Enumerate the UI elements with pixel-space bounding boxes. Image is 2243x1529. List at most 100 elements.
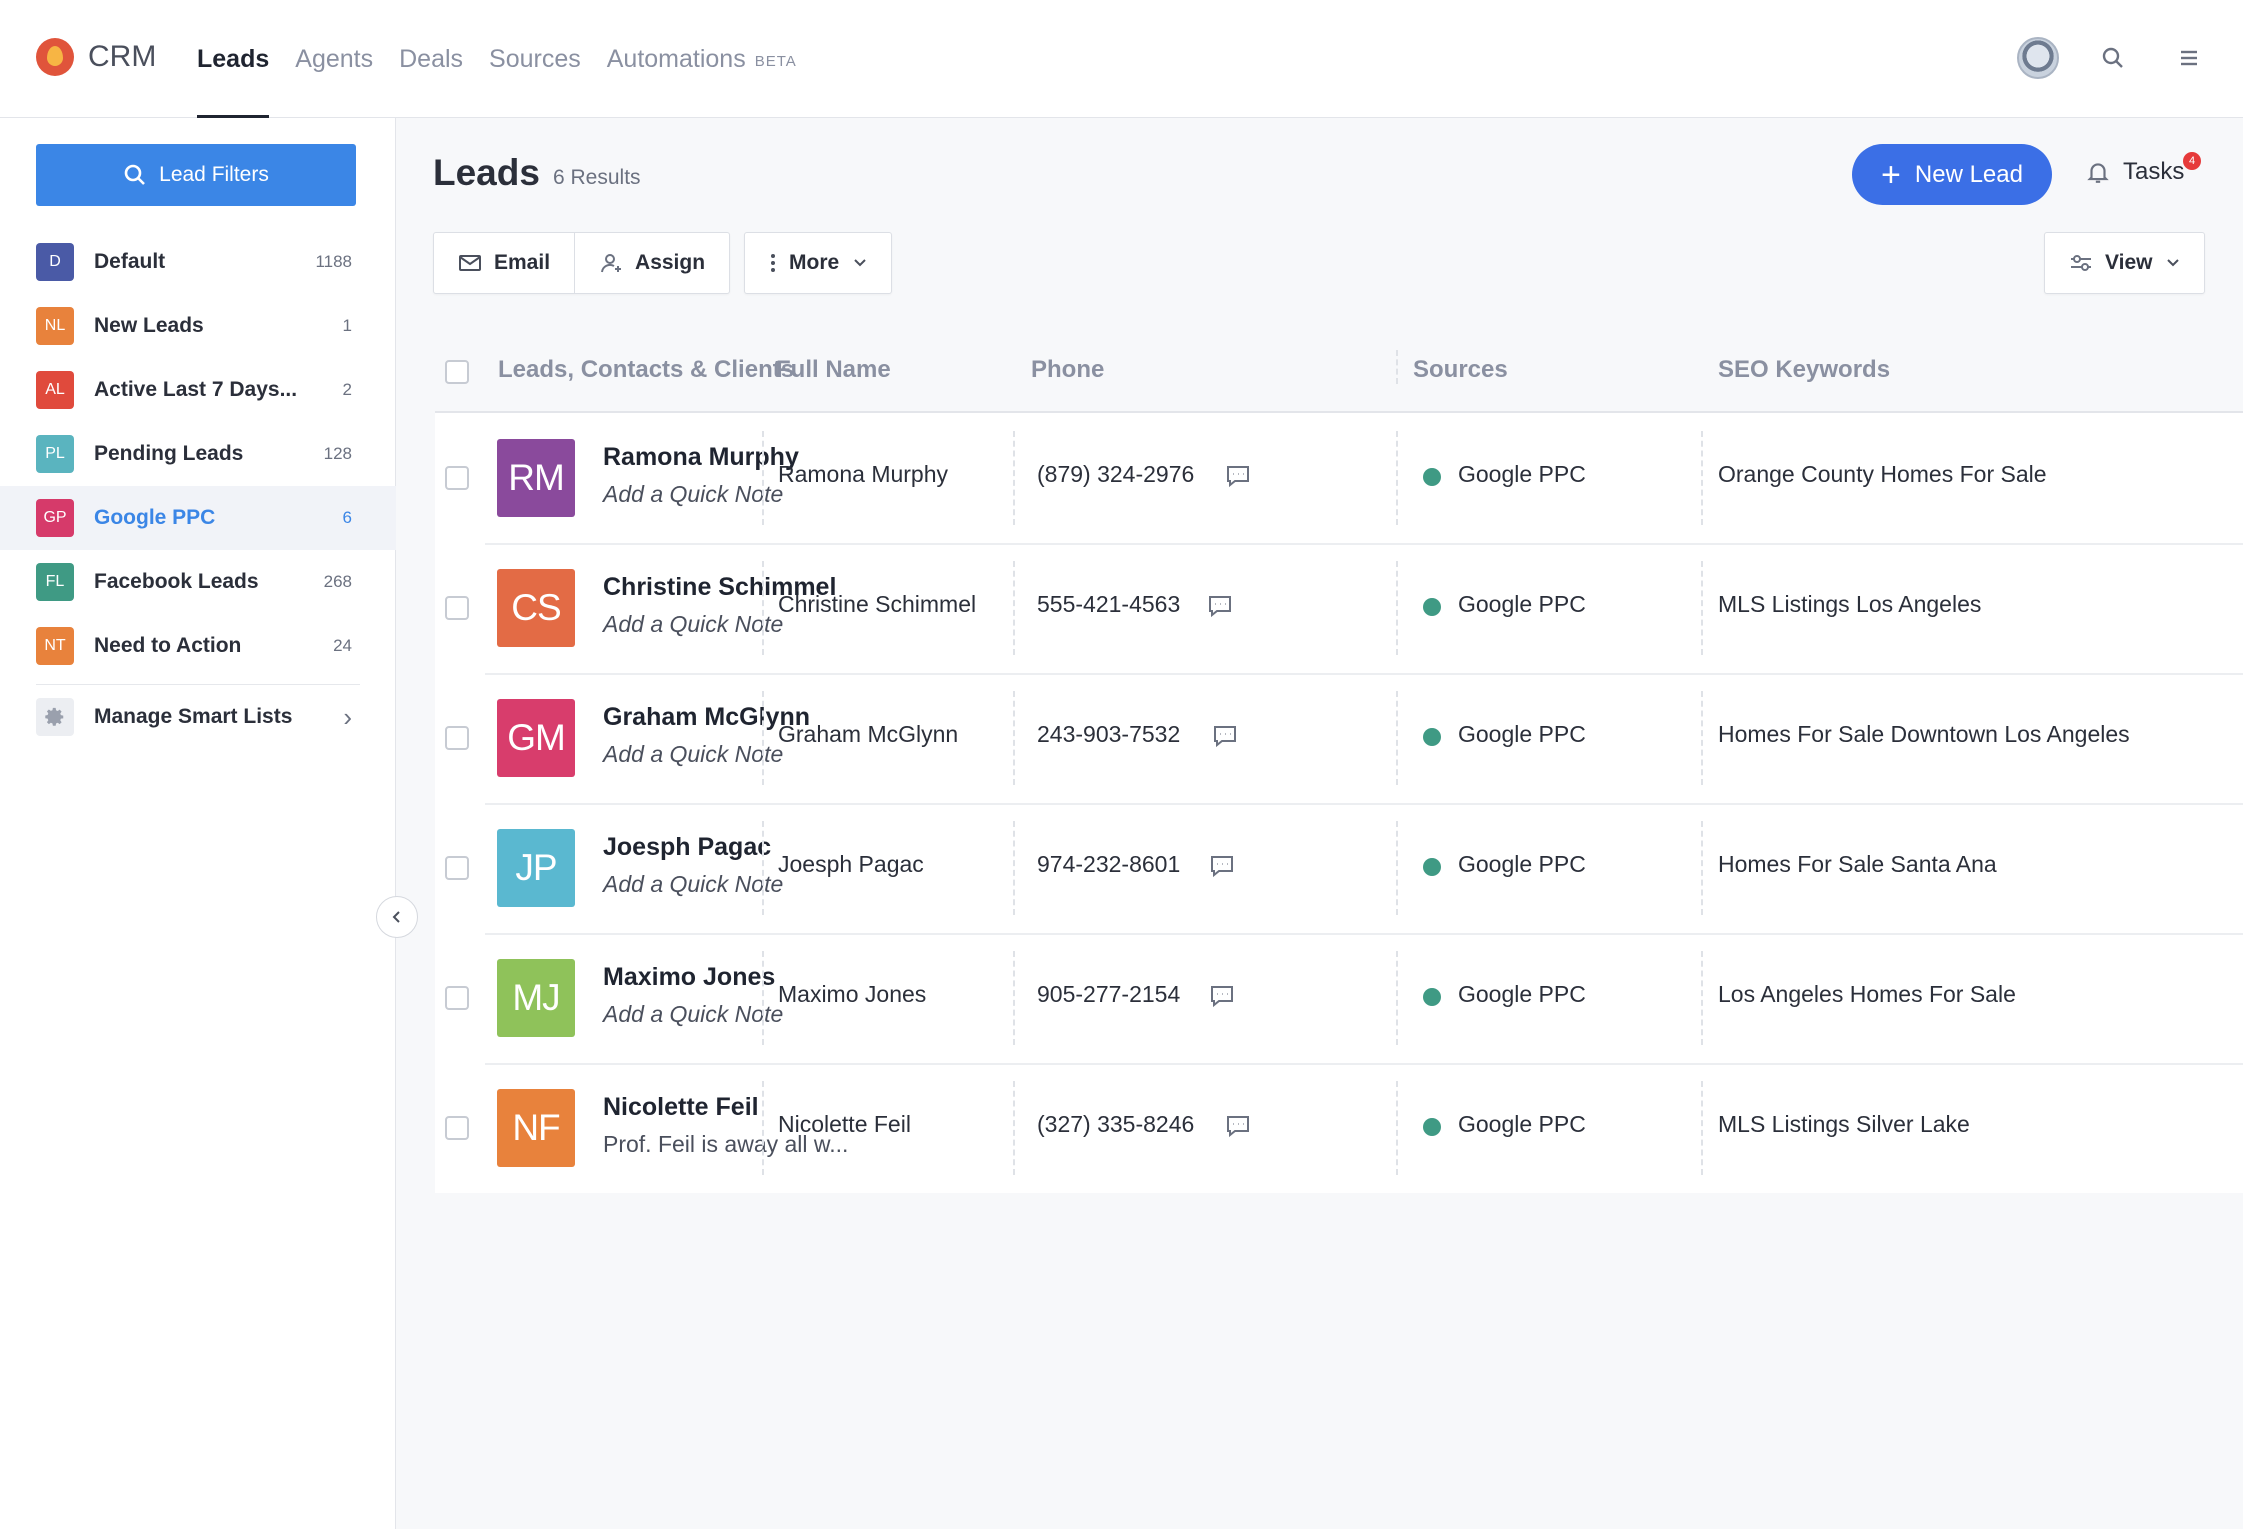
- column-header-full-name[interactable]: Full Name: [776, 356, 891, 384]
- nav-tab-label: Deals: [399, 44, 464, 73]
- search-button[interactable]: [2091, 36, 2135, 80]
- message-icon[interactable]: [1209, 984, 1235, 1008]
- sidebar-item-default[interactable]: D Default 1188: [0, 230, 396, 294]
- sliders-icon: [2071, 255, 2091, 271]
- source-cell: Google PPC: [1458, 721, 1586, 747]
- main-content: Leads 6 Results + New Lead Tasks 4 Email…: [397, 118, 2243, 1529]
- table-row[interactable]: MJ Maximo Jones Add a Quick Note Maximo …: [435, 933, 2243, 1063]
- quick-note[interactable]: Add a Quick Note: [603, 1001, 783, 1028]
- message-icon[interactable]: [1225, 464, 1251, 488]
- row-checkbox[interactable]: [445, 726, 469, 750]
- lead-filters-button[interactable]: Lead Filters: [36, 144, 356, 206]
- sidebar-item-new-leads[interactable]: NL New Leads 1: [0, 294, 396, 358]
- list-badge: AL: [36, 371, 74, 409]
- lead-name[interactable]: Nicolette Feil: [603, 1093, 759, 1122]
- quick-note[interactable]: Add a Quick Note: [603, 741, 783, 768]
- list-badge: FL: [36, 563, 74, 601]
- quick-note[interactable]: Add a Quick Note: [603, 871, 783, 898]
- view-button[interactable]: View: [2045, 233, 2204, 293]
- column-divider: [1396, 951, 1398, 1045]
- sidebar-item-facebook-leads[interactable]: FL Facebook Leads 268: [0, 550, 396, 614]
- manage-smart-lists-label: Manage Smart Lists: [94, 705, 293, 728]
- column-divider: [1396, 561, 1398, 655]
- nav-tab-deals[interactable]: Deals: [399, 0, 463, 118]
- tasks-label: Tasks: [2123, 158, 2185, 185]
- column-header-sources[interactable]: Sources: [1413, 356, 1508, 384]
- view-dropdown[interactable]: View: [2044, 232, 2206, 294]
- phone-cell[interactable]: 905-277-2154: [1037, 981, 1180, 1008]
- list-count: 1188: [315, 252, 352, 271]
- gear-icon: [36, 698, 74, 736]
- seo-keyword-cell: MLS Listings Los Angeles: [1718, 591, 1982, 617]
- leads-table: Leads, Contacts & Clients Full Name Phon…: [435, 330, 2243, 1193]
- column-divider: [1701, 431, 1703, 525]
- email-label: Email: [494, 251, 551, 274]
- column-header-phone[interactable]: Phone: [1031, 356, 1104, 384]
- table-row[interactable]: NF Nicolette Feil Prof. Feil is away all…: [435, 1063, 2243, 1193]
- message-icon[interactable]: [1225, 1114, 1251, 1138]
- lead-avatar: RM: [497, 439, 575, 517]
- lead-filters-label: Lead Filters: [159, 163, 269, 186]
- sidebar-item-pending-leads[interactable]: PL Pending Leads 128: [0, 422, 396, 486]
- list-label: Need to Action: [94, 634, 242, 657]
- list-badge: GP: [36, 499, 74, 537]
- quick-note[interactable]: Add a Quick Note: [603, 611, 783, 638]
- brand[interactable]: CRM: [36, 38, 156, 76]
- user-avatar[interactable]: [2017, 37, 2059, 79]
- column-divider: [1013, 431, 1015, 525]
- sidebar-item-google-ppc[interactable]: GP Google PPC 6: [0, 486, 396, 550]
- nav-tab-sources[interactable]: Sources: [489, 0, 581, 118]
- sidebar-item-active-last-7-days[interactable]: AL Active Last 7 Days... 2: [0, 358, 396, 422]
- message-icon[interactable]: [1212, 724, 1238, 748]
- smart-list: D Default 1188 NL New Leads 1 AL Active …: [0, 230, 396, 749]
- flame-logo-icon: [36, 38, 74, 76]
- column-header-leads[interactable]: Leads, Contacts & Clients: [498, 356, 794, 384]
- select-all-checkbox[interactable]: [445, 360, 469, 384]
- source-status-dot: [1423, 988, 1441, 1006]
- app-title: CRM: [88, 40, 157, 73]
- table-row[interactable]: CS Christine Schimmel Add a Quick Note C…: [435, 543, 2243, 673]
- table-row[interactable]: GM Graham McGlynn Add a Quick Note Graha…: [435, 673, 2243, 803]
- manage-smart-lists[interactable]: Manage Smart Lists ›: [0, 685, 396, 749]
- phone-cell[interactable]: 555-421-4563: [1037, 591, 1180, 618]
- lead-name[interactable]: Joesph Pagac: [603, 833, 771, 862]
- column-divider: [1013, 561, 1015, 655]
- lead-avatar: CS: [497, 569, 575, 647]
- nav-tab-automations[interactable]: Automations BETA: [607, 0, 797, 118]
- column-divider: [1701, 821, 1703, 915]
- row-checkbox[interactable]: [445, 856, 469, 880]
- row-checkbox[interactable]: [445, 596, 469, 620]
- assign-label: Assign: [635, 251, 706, 274]
- new-lead-button[interactable]: + New Lead: [1852, 144, 2052, 205]
- row-checkbox[interactable]: [445, 466, 469, 490]
- phone-cell[interactable]: (327) 335-8246: [1037, 1111, 1194, 1138]
- menu-button[interactable]: [2167, 36, 2211, 80]
- row-checkbox[interactable]: [445, 986, 469, 1010]
- message-icon[interactable]: [1207, 594, 1233, 618]
- lead-name[interactable]: Maximo Jones: [603, 963, 775, 992]
- lead-avatar: GM: [497, 699, 575, 777]
- message-icon[interactable]: [1209, 854, 1235, 878]
- phone-cell[interactable]: (879) 324-2976: [1037, 461, 1194, 488]
- nav-tab-leads[interactable]: Leads: [197, 0, 270, 118]
- table-row[interactable]: JP Joesph Pagac Add a Quick Note Joesph …: [435, 803, 2243, 933]
- list-badge: D: [36, 243, 74, 281]
- sidebar-item-need-to-action[interactable]: NT Need to Action 24: [0, 614, 396, 678]
- quick-note[interactable]: Add a Quick Note: [603, 481, 783, 508]
- email-button[interactable]: Email: [434, 233, 574, 293]
- phone-cell[interactable]: 974-232-8601: [1037, 851, 1180, 878]
- phone-cell[interactable]: 243-903-7532: [1037, 721, 1180, 748]
- more-dropdown[interactable]: More: [744, 232, 893, 294]
- row-checkbox[interactable]: [445, 1116, 469, 1140]
- column-divider: [1396, 821, 1398, 915]
- more-button[interactable]: More: [745, 233, 891, 293]
- assign-button[interactable]: Assign: [574, 233, 729, 293]
- lead-name[interactable]: Ramona Murphy: [603, 443, 799, 472]
- nav-tab-agents[interactable]: Agents: [295, 0, 373, 118]
- column-header-seo-keywords[interactable]: SEO Keywords: [1718, 356, 1890, 384]
- list-badge: NT: [36, 627, 74, 665]
- tasks-button[interactable]: Tasks 4: [2085, 152, 2201, 186]
- bell-icon: [2087, 163, 2109, 183]
- seo-keyword-cell: MLS Listings Silver Lake: [1718, 1111, 1970, 1137]
- table-row[interactable]: RM Ramona Murphy Add a Quick Note Ramona…: [435, 413, 2243, 543]
